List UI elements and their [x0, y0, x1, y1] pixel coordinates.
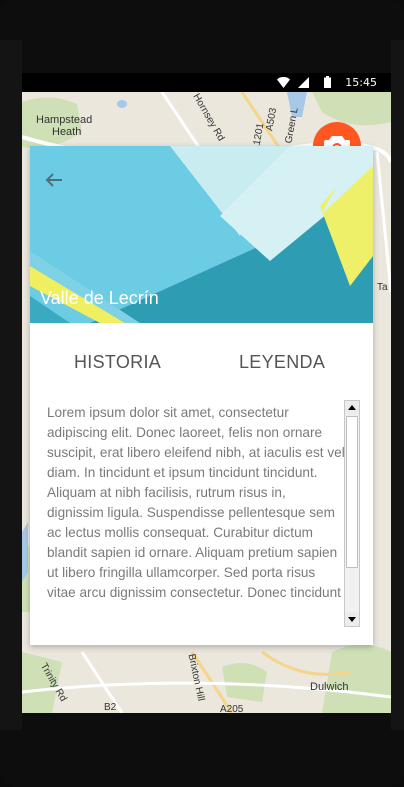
phone-bezel-right: [391, 40, 404, 730]
place-detail-card: Valle de Lecrín HISTORIA LEYENDA Lorem i…: [30, 146, 373, 645]
map-label: B2: [104, 702, 117, 713]
app-screen: Hampstead Heath Hornsey Rd A503 A1201 Gr…: [22, 92, 391, 713]
map-label: Ta: [377, 282, 388, 293]
map-label: Heath: [52, 126, 82, 138]
triangle-down-icon: [348, 617, 356, 622]
wifi-icon: [277, 77, 290, 88]
arrow-back-icon: [45, 173, 62, 187]
tab-bar: HISTORIA LEYENDA: [30, 323, 373, 391]
scrollbar-thumb[interactable]: [346, 416, 358, 568]
signal-icon: [298, 77, 309, 88]
back-button[interactable]: [40, 166, 68, 194]
map-label: Hampstead: [36, 114, 93, 126]
place-title: Valle de Lecrín: [40, 288, 159, 308]
hero-header: Valle de Lecrín: [30, 146, 373, 323]
battery-icon: [324, 76, 331, 88]
tab-historia[interactable]: HISTORIA: [74, 352, 161, 373]
status-time: 15:45: [345, 76, 377, 89]
map-label: A205: [220, 704, 244, 713]
status-bar: 15:45: [22, 73, 391, 92]
scrollbar[interactable]: [344, 400, 360, 627]
scroll-down-button[interactable]: [345, 612, 359, 626]
tab-leyenda[interactable]: LEYENDA: [239, 352, 325, 373]
triangle-up-icon: [348, 405, 356, 410]
phone-bezel-left: [0, 40, 22, 730]
scroll-up-button[interactable]: [345, 401, 359, 415]
phone-frame: 15:45 Hampstead Heath Hornsey Rd A503 A1…: [0, 0, 404, 787]
map-label: Dulwich: [310, 681, 349, 693]
description-text: Lorem ipsum dolor sit amet, consectetur …: [47, 405, 345, 600]
